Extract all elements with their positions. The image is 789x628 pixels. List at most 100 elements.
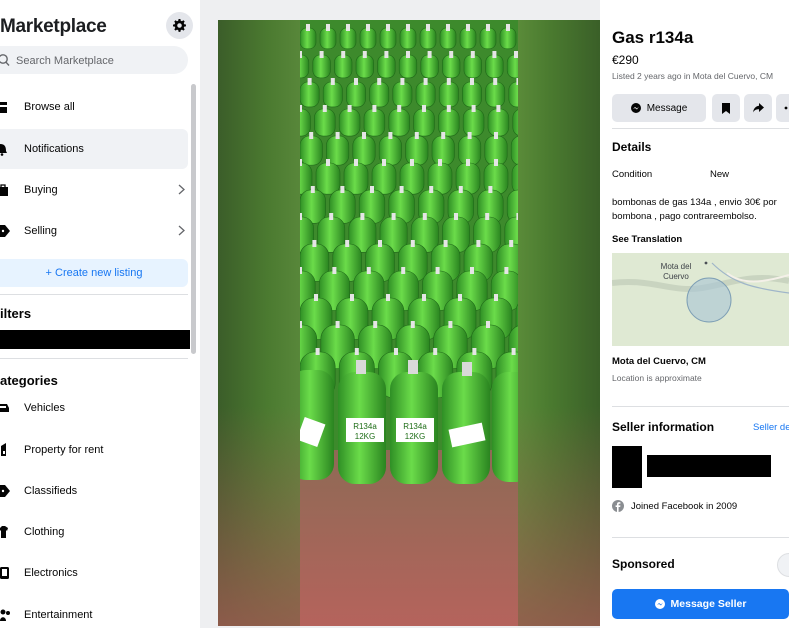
cylinder xyxy=(462,108,485,137)
category-label: Vehicles xyxy=(24,402,65,414)
cylinder-valve xyxy=(341,51,346,58)
message-seller-button[interactable]: Message Seller xyxy=(612,589,789,619)
cylinder-valve xyxy=(466,159,470,166)
facebook-icon xyxy=(612,500,624,512)
location-map[interactable]: Mota del Cuervo xyxy=(612,253,789,346)
cylinder-valve xyxy=(496,105,501,112)
cylinder-valve xyxy=(350,294,354,301)
settings-button[interactable] xyxy=(166,12,193,39)
cylinder-valve xyxy=(467,132,472,139)
cylinder-valve xyxy=(470,267,474,274)
cylinder-valve xyxy=(300,105,302,112)
category-classifieds[interactable]: Classifieds xyxy=(0,471,188,511)
cylinder-valve xyxy=(504,267,509,274)
cylinder-valve xyxy=(347,105,352,112)
cylinder xyxy=(431,135,455,166)
cylinder-valve xyxy=(346,24,350,31)
listing-description: bombonas de gas 134a , envio 30€ por bom… xyxy=(612,197,777,222)
search-input[interactable] xyxy=(14,46,183,76)
create-listing-button[interactable]: + Create new listing xyxy=(0,259,188,287)
cylinder-valve xyxy=(300,267,302,274)
cylinder xyxy=(388,108,410,137)
nav-label: Buying xyxy=(24,184,58,196)
redacted-seller-name[interactable] xyxy=(647,455,771,477)
filters-heading: ilters xyxy=(0,306,32,321)
bookmark-icon xyxy=(722,102,730,114)
cylinder-valve xyxy=(312,240,317,247)
cylinder xyxy=(300,54,310,79)
nav-buying[interactable]: Buying xyxy=(0,170,188,210)
categories-heading: ategories xyxy=(0,373,58,388)
cylinder-valve xyxy=(438,159,442,166)
nav-browse-all[interactable]: Browse all xyxy=(0,87,188,127)
more-icon xyxy=(784,106,788,110)
sidebar-scrollbar[interactable] xyxy=(191,84,196,354)
cylinder-valve xyxy=(449,51,454,58)
cylinder-valve xyxy=(386,294,390,301)
cylinder-valve xyxy=(360,213,365,220)
category-vehicles[interactable]: Vehicles xyxy=(0,388,188,428)
cylinder-valve xyxy=(486,24,490,31)
cylinder-valve xyxy=(315,348,320,355)
cylinder-valve xyxy=(414,132,419,139)
cylinder-valve xyxy=(454,213,458,220)
category-clothing[interactable]: Clothing xyxy=(0,512,188,552)
cylinder-valve xyxy=(354,78,358,85)
cylinder xyxy=(463,54,482,79)
cylinder xyxy=(442,54,461,79)
cylinder-valve xyxy=(509,240,514,247)
cylinder-valve xyxy=(448,321,453,328)
nav-notifications[interactable]: Notifications xyxy=(0,129,188,169)
redacted-seller-avatar[interactable] xyxy=(612,446,642,488)
cylinder xyxy=(399,27,417,50)
cylinder-valve xyxy=(340,186,345,193)
nav-selling[interactable]: Selling xyxy=(0,211,188,251)
category-electronics[interactable]: Electronics xyxy=(0,553,188,593)
cylinder-valve xyxy=(401,267,406,274)
cylinder-valve xyxy=(300,51,302,58)
listing-meta: Listed 2 years ago in Mota del Cuervo, C… xyxy=(612,71,774,81)
category-property-for-rent[interactable]: Property for rent xyxy=(0,430,188,470)
listing-price: €290 xyxy=(612,53,639,67)
cylinder-valve xyxy=(309,132,314,139)
cylinder xyxy=(300,162,313,195)
see-translation-link[interactable]: See Translation xyxy=(612,234,682,245)
category-label: Electronics xyxy=(24,567,78,579)
cylinder-valve xyxy=(372,105,377,112)
gear-icon xyxy=(173,19,186,32)
save-button[interactable] xyxy=(712,94,740,122)
cylinder xyxy=(415,81,436,108)
category-entertainment[interactable]: Entertainment xyxy=(0,595,188,628)
condition-label: Condition xyxy=(612,169,653,180)
cylinder-valve xyxy=(366,267,371,274)
category-label: Clothing xyxy=(24,526,65,538)
map-graphic xyxy=(612,253,789,346)
cylinder-valve xyxy=(406,24,410,31)
cylinder-valve xyxy=(384,51,389,58)
cylinder xyxy=(413,108,435,137)
message-button[interactable]: Message xyxy=(612,94,706,122)
seller-details-link[interactable]: Seller de xyxy=(753,422,789,433)
cylinder-valve xyxy=(494,132,498,139)
listing-photo[interactable]: R134a 12KG R134a 12KG xyxy=(300,20,518,626)
cylinder-valve xyxy=(300,321,302,328)
location-note: Location is approximate xyxy=(612,373,702,383)
cylinder-valve xyxy=(429,186,434,193)
cylinder xyxy=(346,81,366,108)
share-button[interactable] xyxy=(744,94,772,122)
cylinder xyxy=(338,108,361,137)
cylinder xyxy=(343,162,369,195)
category-label: Entertainment xyxy=(24,609,93,621)
chevron-right-icon xyxy=(178,184,185,195)
cylinder-valve xyxy=(422,105,426,112)
divider xyxy=(0,294,188,295)
cylinder xyxy=(379,27,397,50)
more-options-button[interactable] xyxy=(776,94,789,122)
cylinder-valve xyxy=(446,105,451,112)
cylinder-valve xyxy=(423,78,428,85)
cylinder xyxy=(438,108,460,137)
condition-value: New xyxy=(710,169,730,180)
cylinder-valve xyxy=(306,24,310,31)
cylinder xyxy=(355,54,374,79)
cylinder-valve xyxy=(472,348,477,355)
